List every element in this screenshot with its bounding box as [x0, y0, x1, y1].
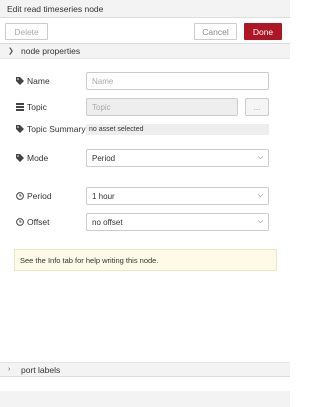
tag-icon: [15, 77, 24, 85]
chevron-down-icon: ⌵: [257, 154, 263, 161]
node-properties-header[interactable]: ❯ node properties: [0, 44, 290, 59]
topic-summary-label-text: Topic Summary: [27, 124, 86, 134]
period-select[interactable]: 1 hour ⌵: [86, 187, 269, 205]
period-select-value: 1 hour: [92, 191, 115, 201]
offset-select[interactable]: no offset ⌵: [86, 213, 269, 231]
mode-select-value: Period: [92, 153, 116, 163]
offset-label-text: Offset: [27, 217, 50, 227]
info-tip-text: See the Info tab for help writing this n…: [20, 255, 159, 265]
mode-select[interactable]: Period ⌵: [86, 149, 269, 167]
chevron-down-icon: ⌵: [257, 218, 263, 225]
period-label: Period: [15, 190, 52, 202]
topic-summary-label: Topic Summary: [15, 123, 86, 135]
name-label: Name: [15, 75, 50, 87]
name-label-text: Name: [27, 76, 50, 86]
chevron-right-icon: ›: [8, 366, 11, 373]
editor-title-text: Edit read timeseries node: [7, 4, 104, 14]
name-input[interactable]: Name: [86, 72, 269, 90]
node-properties-label: node properties: [21, 46, 81, 56]
editor-toolbar: Delete Cancel Done: [0, 18, 290, 44]
topic-browse-button[interactable]: ...: [245, 98, 269, 116]
topic-label-text: Topic: [27, 102, 47, 112]
cancel-button[interactable]: Cancel: [194, 23, 237, 40]
list-icon: [15, 103, 24, 111]
topic-input[interactable]: Topic: [86, 98, 238, 116]
offset-select-value: no offset: [92, 217, 123, 227]
bottom-strip: [0, 391, 290, 407]
tag-icon: [15, 154, 24, 162]
clock-icon: [15, 192, 24, 200]
chevron-down-icon: ⌵: [257, 192, 263, 199]
mode-label-text: Mode: [27, 153, 49, 163]
info-tip: See the Info tab for help writing this n…: [14, 249, 277, 271]
clock-icon: [15, 218, 24, 226]
port-labels-header[interactable]: › port labels: [0, 362, 290, 377]
tag-icon: [15, 125, 24, 133]
topic-label: Topic: [15, 101, 47, 113]
topic-summary-value: no asset selected: [86, 124, 269, 135]
period-label-text: Period: [27, 191, 52, 201]
mode-label: Mode: [15, 152, 48, 164]
offset-label: Offset: [15, 216, 50, 228]
done-button[interactable]: Done: [244, 23, 282, 40]
port-labels-label: port labels: [21, 364, 61, 375]
delete-button[interactable]: Delete: [5, 23, 48, 40]
chevron-down-icon: ❯: [8, 48, 14, 55]
editor-title: Edit read timeseries node: [0, 0, 290, 18]
